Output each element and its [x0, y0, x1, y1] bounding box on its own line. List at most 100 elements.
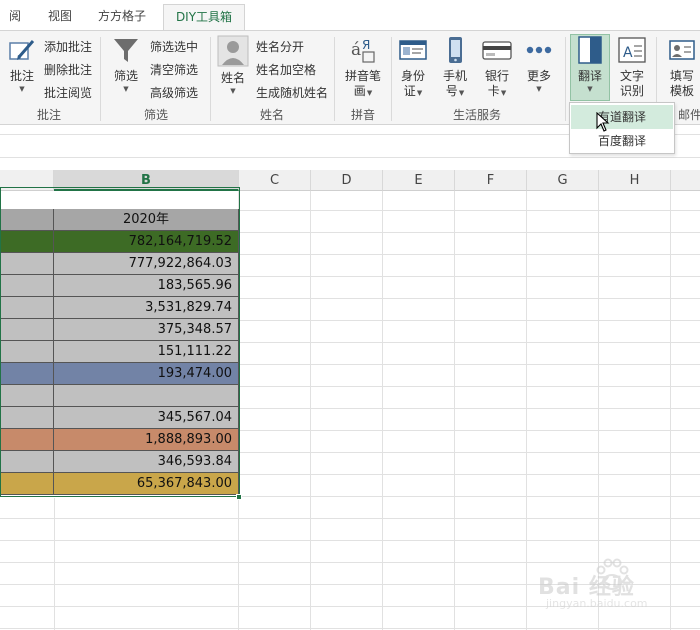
column-header-h[interactable]: H: [599, 170, 671, 191]
group-label-pinyin: 拼音: [350, 108, 375, 122]
column-header-b[interactable]: B: [54, 170, 239, 191]
table-header-2020[interactable]: 2020年: [54, 209, 239, 231]
ocr-button[interactable]: A 文字 识别: [614, 35, 650, 99]
add-comment-button[interactable]: 添加批注: [44, 38, 92, 55]
column-header-g[interactable]: G: [527, 170, 599, 191]
idcard-button[interactable]: 身份 证▼: [396, 35, 430, 101]
filter-selected-button[interactable]: 筛选选中: [150, 38, 198, 55]
menu-item-baidu-translate[interactable]: 百度翻译: [571, 129, 673, 153]
gridline: [526, 191, 527, 630]
table-cell-value[interactable]: 183,565.96: [54, 275, 239, 297]
table-cell[interactable]: [0, 275, 54, 297]
tab-diy-toolbox[interactable]: DIY工具箱: [163, 4, 245, 31]
table-row: 65,367,843.00: [0, 473, 240, 495]
table-cell[interactable]: [0, 385, 54, 407]
fill-template-label-line2: 模板: [669, 84, 694, 98]
gridline: [454, 191, 455, 630]
group-separator: [100, 37, 101, 121]
group-separator: [565, 37, 566, 121]
delete-comment-button[interactable]: 删除批注: [44, 61, 92, 78]
form-template-icon: [669, 40, 695, 60]
baidu-watermark: Bai 经验 jingyan.baidu.com: [532, 555, 682, 615]
table-cell-value[interactable]: 345,567.04: [54, 407, 239, 429]
fill-template-label-line1: 填写: [669, 69, 694, 83]
table-cell-value[interactable]: [54, 385, 239, 407]
table-row: 3,531,829.74: [0, 297, 240, 319]
table-cell-value[interactable]: 1,888,893.00: [54, 429, 239, 451]
pinyin-label-line1: 拼音笔: [344, 69, 381, 83]
table-cell-value[interactable]: 777,922,864.03: [54, 253, 239, 275]
more-button[interactable]: 更多 ▼: [522, 35, 556, 94]
mouse-pointer-icon: [596, 112, 610, 132]
translate-label: 翻译: [577, 69, 602, 83]
table-cell[interactable]: [0, 429, 54, 451]
table-cell[interactable]: [0, 407, 54, 429]
table-cell-value[interactable]: 193,474.00: [54, 363, 239, 385]
annotate-label: 批注: [9, 69, 34, 83]
svg-text:Я: Я: [362, 38, 370, 52]
phone-button[interactable]: 手机 号▼: [438, 35, 472, 101]
phone-label-line1: 手机: [442, 69, 467, 83]
table-row: 193,474.00: [0, 363, 240, 385]
table-cell-value[interactable]: 375,348.57: [54, 319, 239, 341]
chevron-down-icon: ▼: [123, 85, 129, 93]
table-row: 151,111.22: [0, 341, 240, 363]
menu-item-youdao-translate[interactable]: 有道翻译: [571, 105, 673, 129]
tab-view[interactable]: 视图: [40, 0, 80, 30]
column-header-e[interactable]: E: [383, 170, 455, 191]
table-cell-value[interactable]: 151,111.22: [54, 341, 239, 363]
gridline: [382, 191, 383, 630]
pinyin-stroke-button[interactable]: á Я 拼音笔 画▼: [340, 35, 386, 101]
table-cell[interactable]: [0, 209, 54, 231]
translate-button[interactable]: 翻译 ▼: [571, 35, 609, 94]
name-add-space-button[interactable]: 姓名加空格: [256, 61, 316, 78]
chevron-down-icon: ▼: [587, 85, 593, 93]
chevron-down-icon: ▼: [500, 89, 507, 97]
table-row: 346,593.84: [0, 451, 240, 473]
filter-label: 筛选: [113, 69, 138, 83]
annotate-button[interactable]: 批注 ▼: [4, 35, 40, 94]
translate-icon: [578, 36, 602, 64]
table-cell-value[interactable]: 346,593.84: [54, 451, 239, 473]
tab-fangfang[interactable]: 方方格子: [90, 0, 154, 30]
table-cell[interactable]: [0, 231, 54, 253]
table-cell[interactable]: [0, 253, 54, 275]
table-cell-value[interactable]: 782,164,719.52: [54, 231, 239, 253]
column-header-f[interactable]: F: [455, 170, 527, 191]
browse-comments-button[interactable]: 批注阅览: [44, 84, 92, 101]
table-cell[interactable]: [0, 297, 54, 319]
clear-filter-button[interactable]: 清空筛选: [150, 61, 198, 78]
column-header-d[interactable]: D: [311, 170, 383, 191]
table-cell[interactable]: [0, 473, 54, 495]
chevron-down-icon: ▼: [458, 89, 465, 97]
pinyin-icon: á Я: [351, 38, 375, 63]
split-name-button[interactable]: 姓名分开: [256, 38, 304, 55]
svg-text:á: á: [351, 40, 361, 60]
table-cell[interactable]: [0, 451, 54, 473]
table-cell-value[interactable]: 3,531,829.74: [54, 297, 239, 319]
tab-review[interactable]: 阅: [0, 0, 30, 30]
filter-button[interactable]: 筛选 ▼: [108, 35, 144, 94]
table-cell[interactable]: [0, 319, 54, 341]
column-header-i[interactable]: [671, 170, 700, 191]
bank-card-button[interactable]: 银行 卡▼: [480, 35, 514, 101]
table-row: 375,348.57: [0, 319, 240, 341]
column-header-a[interactable]: [0, 170, 54, 191]
table-row: 777,922,864.03: [0, 253, 240, 275]
table-cell[interactable]: [0, 363, 54, 385]
table-cell[interactable]: [0, 341, 54, 363]
table-cell-value[interactable]: 65,367,843.00: [54, 473, 239, 495]
group-label-annotate: 批注: [36, 108, 61, 122]
gridline: [54, 498, 55, 630]
fill-template-button[interactable]: 填写 模板: [664, 35, 700, 99]
table-row: 782,164,719.52: [0, 231, 240, 253]
random-name-button[interactable]: 生成随机姓名: [256, 84, 328, 101]
bank-card-icon: [482, 41, 512, 60]
column-header-c[interactable]: C: [239, 170, 311, 191]
fill-handle[interactable]: [236, 494, 242, 500]
annotate-icon: [9, 40, 35, 60]
chevron-down-icon: ▼: [19, 85, 25, 93]
advanced-filter-button[interactable]: 高级筛选: [150, 84, 198, 101]
chevron-down-icon: ▼: [366, 89, 373, 97]
name-button[interactable]: 姓名 ▼: [214, 35, 252, 96]
